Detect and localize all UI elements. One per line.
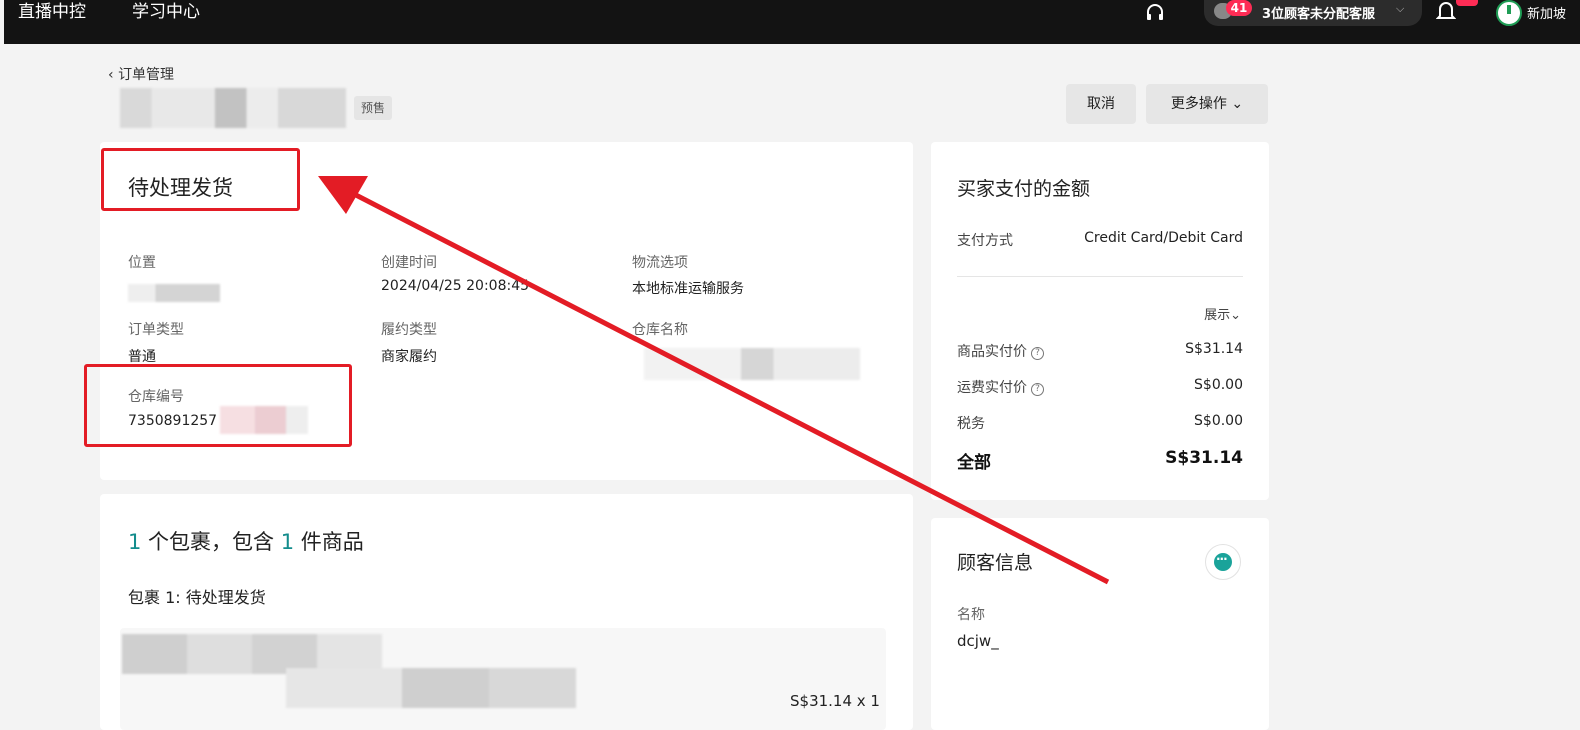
- created-time-value: 2024/04/25 20:08:45: [381, 278, 530, 294]
- unassigned-customers-pill[interactable]: 41 3位顾客未分配客服 ⌵: [1204, 0, 1422, 26]
- nav-live-control[interactable]: 直播中控: [18, 0, 86, 24]
- warehouse-id-value: 7350891257: [128, 413, 218, 429]
- expand-toggle[interactable]: 展示⌄: [1204, 304, 1241, 323]
- region-label[interactable]: 新加坡: [1527, 3, 1566, 22]
- shipping-paid-value: S$0.00: [1194, 377, 1243, 393]
- cancel-button[interactable]: 取消: [1066, 84, 1136, 124]
- nav-learning-center[interactable]: 学习中心: [132, 0, 200, 24]
- shipping-paid-label: 运费实付价: [957, 380, 1027, 396]
- divider: [957, 276, 1243, 277]
- chevron-left-icon: ‹: [108, 67, 119, 83]
- shop-avatar[interactable]: [1496, 0, 1522, 26]
- created-time-label: 创建时间: [381, 255, 437, 271]
- warehouse-id-suffix-redacted: [220, 406, 308, 434]
- total-label: 全部: [957, 453, 991, 473]
- chevron-down-icon: ⌄: [1230, 308, 1241, 323]
- warehouse-id-label: 仓库编号: [128, 389, 184, 405]
- order-id-redacted: [120, 88, 346, 128]
- customer-name-value: dcjw_: [957, 632, 999, 650]
- package-summary: 1 个包裹，包含 1 件商品: [128, 526, 364, 556]
- shipping-paid-row: 运费实付价? S$0.00: [957, 377, 1243, 397]
- back-to-order-management[interactable]: ‹ 订单管理: [108, 64, 174, 84]
- unread-count-badge: 41: [1226, 0, 1252, 16]
- back-label: 订单管理: [118, 67, 175, 83]
- tax-label: 税务: [957, 416, 985, 432]
- tax-row: 税务 S$0.00: [957, 413, 1243, 433]
- notification-badge: [1456, 0, 1478, 6]
- presale-tag: 预售: [354, 96, 393, 120]
- top-navigation-bar: 直播中控 学习中心 41 3位顾客未分配客服 ⌵ 新加坡: [4, 0, 1580, 44]
- chevron-down-icon: ⌄: [1231, 96, 1244, 112]
- bell-icon[interactable]: [1436, 0, 1456, 22]
- product-name-redacted: [286, 668, 576, 708]
- product-paid-value: S$31.14: [1185, 341, 1243, 357]
- payment-title: 买家支付的金额: [957, 178, 1091, 200]
- more-actions-button[interactable]: 更多操作 ⌄: [1146, 84, 1268, 124]
- order-type-value: 普通: [128, 349, 156, 365]
- tax-value: S$0.00: [1194, 413, 1243, 429]
- total-value: S$31.14: [1165, 448, 1243, 468]
- location-value-redacted: [128, 284, 220, 302]
- fulfillment-type-value: 商家履约: [381, 349, 437, 365]
- chevron-down-icon: ⌵: [1396, 2, 1405, 15]
- warehouse-name-redacted: [644, 348, 860, 380]
- package-status: 包裹 1: 待处理发货: [128, 588, 266, 607]
- logistics-option-label: 物流选项: [632, 255, 688, 271]
- more-actions-label: 更多操作: [1170, 96, 1227, 112]
- payment-method-value: Credit Card/Debit Card: [1084, 230, 1243, 246]
- help-icon[interactable]: ?: [1031, 383, 1044, 396]
- logistics-option-value: 本地标准运输服务: [632, 281, 744, 297]
- order-type-label: 订单类型: [128, 322, 184, 338]
- chat-with-customer-icon[interactable]: [1205, 544, 1241, 580]
- payment-method-label: 支付方式: [957, 233, 1013, 249]
- customer-info-title: 顾客信息: [957, 552, 1034, 574]
- package-text: 个包裹，包含: [141, 530, 281, 554]
- location-label: 位置: [128, 255, 156, 271]
- headset-icon[interactable]: [1144, 2, 1166, 24]
- total-row: 全部 S$31.14: [957, 448, 1243, 473]
- package-card: 1 个包裹，包含 1 件商品 包裹 1: 待处理发货 S$31.14 x 1: [100, 494, 913, 730]
- fulfillment-type-label: 履约类型: [381, 322, 437, 338]
- unassigned-customers-text: 3位顾客未分配客服: [1262, 7, 1376, 22]
- expand-label: 展示: [1204, 308, 1231, 323]
- product-row[interactable]: [120, 628, 886, 730]
- customer-name-label: 名称: [957, 607, 985, 623]
- order-status-card: 待处理发货 位置 创建时间 2024/04/25 20:08:45 物流选项 本…: [100, 142, 913, 480]
- customer-info-card: 顾客信息 名称 dcjw_: [931, 518, 1269, 730]
- payment-method-row: 支付方式 Credit Card/Debit Card: [957, 230, 1243, 250]
- item-text: 件商品: [294, 530, 364, 554]
- order-status-title: 待处理发货: [128, 176, 233, 200]
- help-icon[interactable]: ?: [1031, 347, 1044, 360]
- warehouse-name-label: 仓库名称: [632, 322, 688, 338]
- item-count: 1: [280, 530, 295, 554]
- buyer-payment-card: 买家支付的金额 支付方式 Credit Card/Debit Card 展示⌄ …: [931, 142, 1269, 500]
- product-paid-label: 商品实付价: [957, 344, 1027, 360]
- package-count: 1: [128, 530, 142, 554]
- product-paid-row: 商品实付价? S$31.14: [957, 341, 1243, 361]
- product-price-quantity: S$31.14 x 1: [790, 692, 880, 710]
